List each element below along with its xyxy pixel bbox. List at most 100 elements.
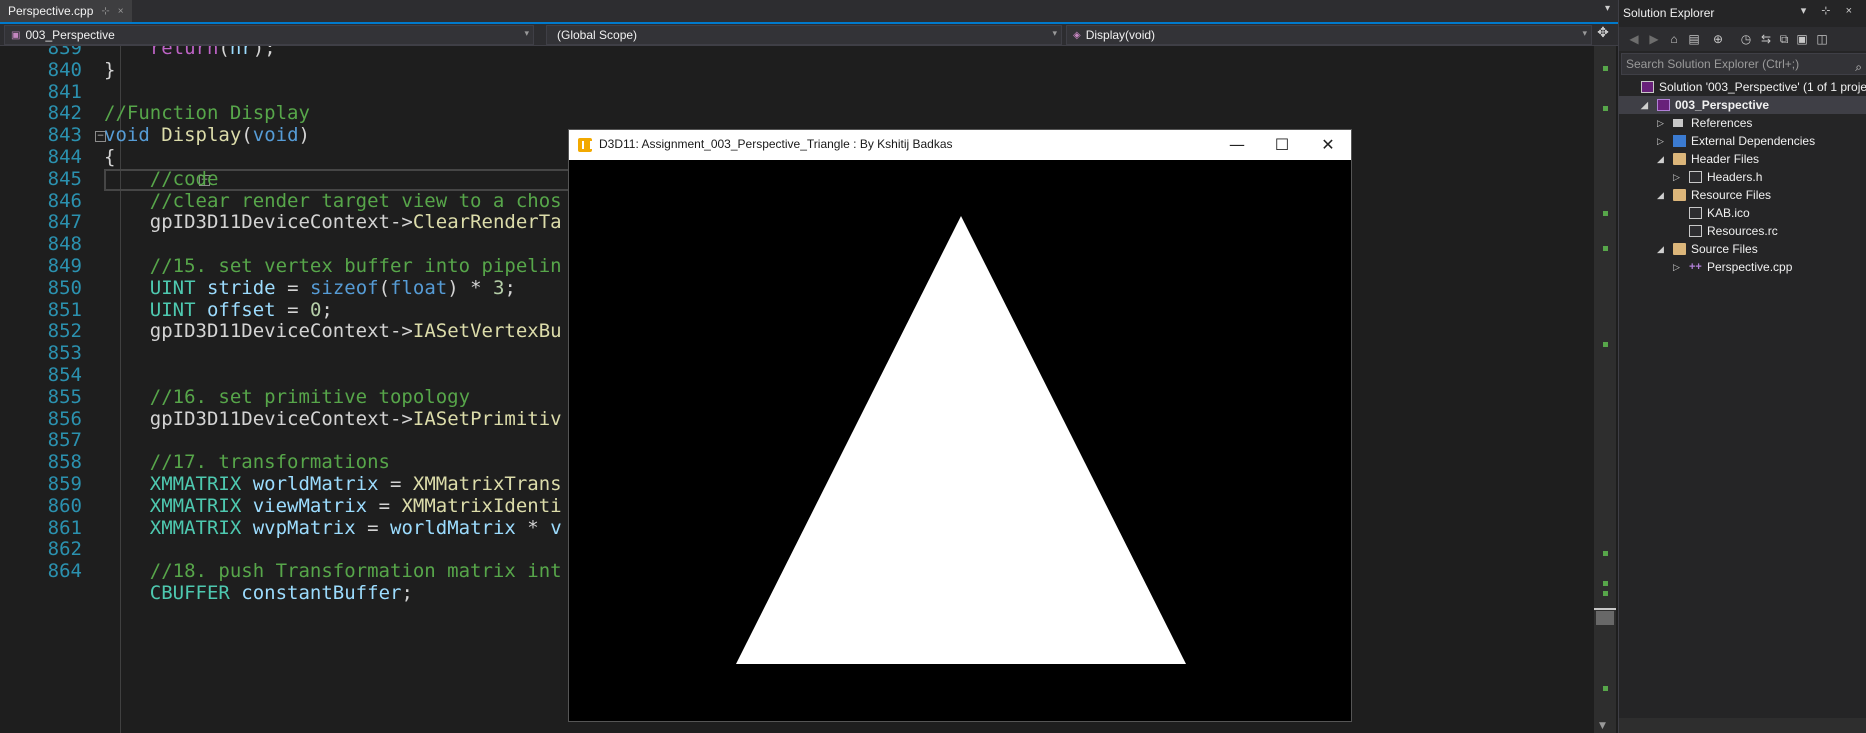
close-icon[interactable]: × [118,6,124,17]
tree-node[interactable]: KAB.ico [1619,204,1866,222]
cpp-icon: ++ [1689,261,1702,273]
horizontal-scrollbar[interactable] [1619,718,1866,733]
back-icon[interactable]: ◀ [1627,32,1641,46]
line-number: 847 [47,211,82,234]
collapse-icon[interactable]: ◢ [1657,186,1664,204]
code-text: XMMATRIX viewMatrix = XMMatrixIdenti [104,494,562,518]
line-number: 861 [47,516,82,539]
line-number: 842 [47,102,82,125]
tree-node[interactable]: ▷ ++ Perspective.cpp [1619,258,1866,276]
line-number: 862 [47,538,82,561]
tree-node[interactable]: ◢ Resource Files [1619,186,1866,204]
solution-explorer-panel: Solution Explorer ▾ ⊹ × ◀ ▶ ⌂ ▤ ⊕ ◷ ⇆ ⧉ … [1618,0,1866,733]
panel-window-buttons[interactable]: ▾ ⊹ × [1801,4,1858,17]
line-number: 855 [47,385,82,408]
switch-views-icon[interactable]: ▤ [1687,32,1701,46]
search-icon[interactable]: ⌕ [1855,57,1862,77]
tab-perspective-cpp[interactable]: Perspective.cpp ⊹ × [0,0,132,22]
scrollbar-thumb[interactable] [1596,611,1614,625]
editor-vertical-scrollbar[interactable]: ▼ [1594,46,1616,733]
code-token: void [252,124,299,147]
code-token: //Function Display [104,102,310,125]
show-all-files-icon[interactable]: ⊕ [1711,32,1725,46]
change-marker [1603,211,1608,216]
code-token: float [390,276,448,299]
tree-node[interactable]: ◢ 003_Perspective [1619,96,1866,114]
code-token: IASetPrimitiv [412,407,562,430]
tree-node[interactable]: Resources.rc [1619,222,1866,240]
code-text: //15. set vertex buffer into pipelin [104,255,562,278]
member-dropdown[interactable]: ◈ Display(void) ▾ [1066,25,1592,45]
code-line[interactable]: 842 //Function Display [0,102,1592,125]
expand-icon[interactable]: ▷ [1673,168,1680,186]
home-icon[interactable]: ⌂ [1667,32,1681,46]
expand-icon[interactable]: ▷ [1673,258,1680,276]
properties-icon[interactable]: ▣ [1795,32,1809,46]
code-token: -> [389,211,413,234]
preview-icon[interactable]: ◫ [1815,32,1829,46]
code-token: worldMatrix [252,473,379,495]
maximize-button[interactable]: ☐ [1259,130,1305,160]
scope-dropdown-label: (Global Scope) [557,28,638,42]
tree-node[interactable]: Solution '003_Perspective' (1 of 1 proje… [1619,78,1866,96]
d3d-app-window[interactable]: D3D11: Assignment_003_Perspective_Triang… [568,129,1352,722]
scope-dropdown[interactable]: (Global Scope) ▾ [546,25,1062,45]
solution-explorer-search-input[interactable]: Search Solution Explorer (Ctrl+;) ⌕ [1621,53,1866,75]
code-text: UINT stride = sizeof(float) * 3; [104,276,516,300]
tree-node[interactable]: ▷ External Dependencies [1619,132,1866,150]
tree-node[interactable]: ◢ Header Files [1619,150,1866,168]
tree-node[interactable]: ▷ References [1619,114,1866,132]
split-view-icon[interactable]: ✥ [1594,25,1612,45]
code-token: //17. transformations [149,451,390,474]
tree-node[interactable]: ▷ Headers.h [1619,168,1866,186]
chevron-down-icon: ▾ [1582,28,1587,38]
tree-node-label: 003_Perspective [1675,98,1770,112]
line-number: 857 [47,429,82,452]
member-dropdown-label: Display(void) [1085,28,1156,42]
code-token: UINT [149,298,196,321]
scroll-down-arrow-icon[interactable]: ▼ [1599,721,1606,731]
line-number: 845 [47,167,82,190]
pending-changes-filter-icon[interactable]: ◷ [1739,32,1753,46]
line-number: 850 [47,276,82,299]
line-number: 852 [47,320,82,343]
pin-icon[interactable]: ⊹ [101,6,109,17]
code-line[interactable]: 840} [0,59,1592,82]
code-token: void [104,124,150,147]
code-token: ) * [447,276,494,299]
code-line[interactable]: 839 return(hr); [0,46,1592,60]
code-line[interactable]: 841 [0,80,1592,104]
project-dropdown[interactable]: ▣ 003_Perspective ▾ [4,25,534,45]
change-marker [1603,66,1608,71]
expand-icon[interactable]: ▷ [1657,132,1664,150]
sol-icon [1641,81,1654,93]
collapse-icon[interactable]: ◢ [1641,96,1648,114]
line-number: 841 [47,80,82,103]
collapse-icon[interactable]: ◢ [1657,240,1664,258]
expand-icon[interactable]: ▷ [1657,114,1664,132]
line-number: 864 [47,560,82,583]
code-token: //clear render target view to a chos [149,189,562,212]
code-token: return [149,46,219,59]
collapse-all-icon[interactable]: ⧉ [1777,32,1791,46]
forward-icon[interactable]: ▶ [1647,32,1661,46]
close-button[interactable]: ✕ [1305,130,1351,160]
tab-overflow-dropdown-icon[interactable]: ▾ [1605,3,1610,14]
tree-node[interactable]: ◢ Source Files [1619,240,1866,258]
window-titlebar[interactable]: D3D11: Assignment_003_Perspective_Triang… [569,130,1351,160]
code-token: = [367,494,402,517]
code-text: CBUFFER constantBuffer; [104,582,413,605]
sync-icon[interactable]: ⇆ [1759,32,1773,46]
code-token: ; [401,582,413,604]
minimize-button[interactable]: — [1214,130,1260,160]
project-dropdown-label: 003_Perspective [25,28,115,42]
code-token: = [275,298,310,321]
collapse-icon[interactable]: ◢ [1657,150,1664,168]
